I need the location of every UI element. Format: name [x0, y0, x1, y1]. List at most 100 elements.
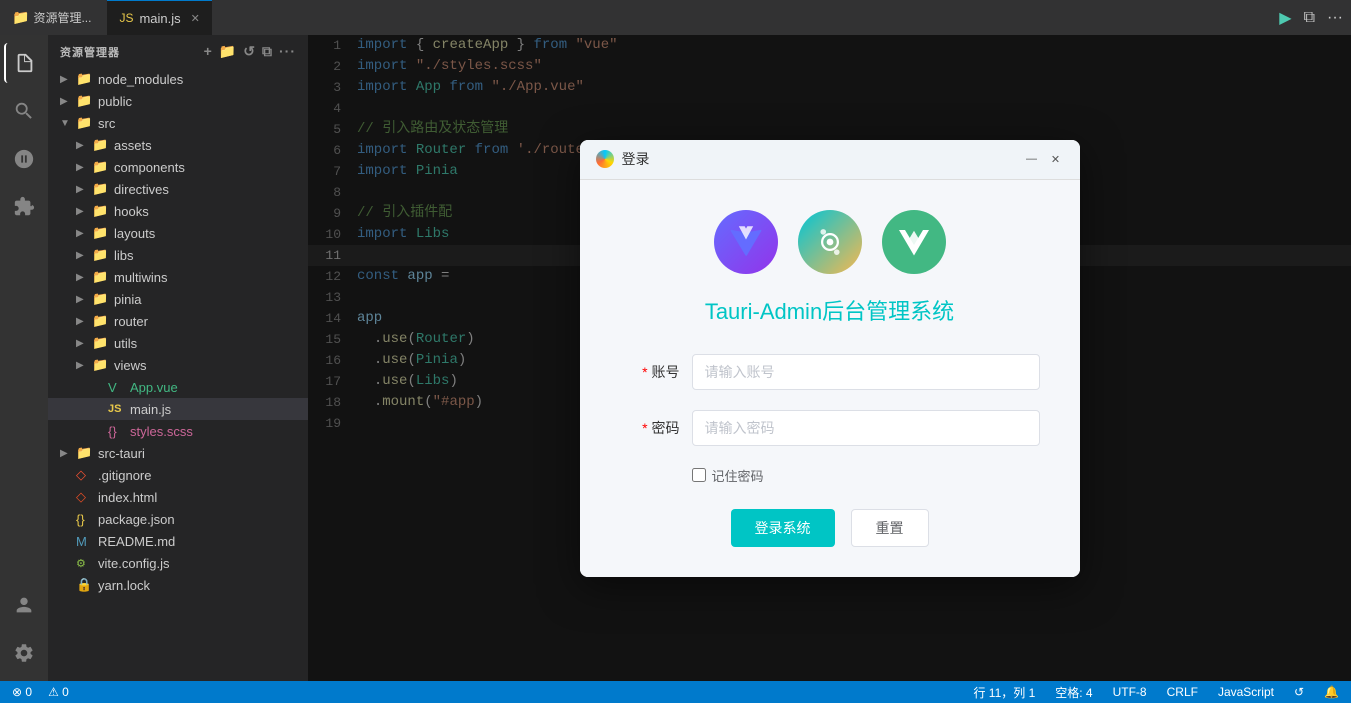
titlebar: 📁 资源管理... JS main.js ✕ ▶ ⧉ ··· [0, 0, 1351, 35]
tree-item-router[interactable]: ▶ 📁 router [48, 310, 308, 332]
modal-logos [620, 210, 1040, 274]
js-file-icon: JS [119, 11, 133, 25]
folder-icon: 📁 [76, 115, 94, 131]
tree-item-src-tauri[interactable]: ▶ 📁 src-tauri [48, 442, 308, 464]
tab-bar: JS main.js ✕ [107, 0, 211, 35]
tree-item-utils[interactable]: ▶ 📁 utils [48, 332, 308, 354]
folder-icon: 📁 [92, 247, 110, 263]
remember-password-row: 记住密码 [692, 466, 1040, 485]
run-icon[interactable]: ▶ [1279, 8, 1291, 28]
tree-item-src[interactable]: ▼ 📁 src [48, 112, 308, 134]
collapse-arrow: ▶ [76, 316, 92, 327]
modal-window-controls: — ✕ [1024, 151, 1064, 167]
tree-item-node-modules[interactable]: ▶ 📁 node_modules [48, 68, 308, 90]
login-button[interactable]: 登录系统 [731, 509, 835, 547]
account-input[interactable] [692, 354, 1040, 390]
status-bar: ⊗ 0 ⚠ 0 行 11，列 1 空格: 4 UTF-8 CRLF JavaSc… [0, 681, 1351, 703]
tree-item-public[interactable]: ▶ 📁 public [48, 90, 308, 112]
tree-item-yarn-lock[interactable]: ▶ 🔒 yarn.lock [48, 574, 308, 596]
account-activity-icon[interactable] [4, 585, 44, 625]
status-row-col[interactable]: 行 11，列 1 [969, 684, 1039, 701]
new-folder-icon[interactable]: 📁 [219, 43, 237, 60]
login-modal: 登录 — ✕ [580, 140, 1080, 577]
password-form-group: 密码 [620, 410, 1040, 446]
split-editor-icon[interactable]: ⧉ [1304, 9, 1315, 27]
tree-item-pinia[interactable]: ▶ 📁 pinia [48, 288, 308, 310]
tree-item-package-json[interactable]: ▶ {} package.json [48, 508, 308, 530]
modal-titlebar: 登录 — ✕ [580, 140, 1080, 180]
tree-item-gitignore[interactable]: ▶ ◇ .gitignore [48, 464, 308, 486]
collapse-arrow: ▶ [76, 162, 92, 173]
status-encoding[interactable]: UTF-8 [1109, 685, 1151, 699]
password-input[interactable] [692, 410, 1040, 446]
tree-item-vite-config[interactable]: ▶ ⚙ vite.config.js [48, 552, 308, 574]
vite-logo [714, 210, 778, 274]
extensions-activity-icon[interactable] [4, 187, 44, 227]
account-label: 账号 [620, 362, 680, 382]
form-buttons: 登录系统 重置 [620, 509, 1040, 547]
reset-button[interactable]: 重置 [851, 509, 929, 547]
tree-item-readme[interactable]: ▶ M README.md [48, 530, 308, 552]
tree-item-index-html[interactable]: ▶ ◇ index.html [48, 486, 308, 508]
tree-item-styles-scss[interactable]: ▶ {} styles.scss [48, 420, 308, 442]
lock-file-icon: 🔒 [76, 577, 94, 593]
tree-item-views[interactable]: ▶ 📁 views [48, 354, 308, 376]
tree-item-directives[interactable]: ▶ 📁 directives [48, 178, 308, 200]
modal-minimize-button[interactable]: — [1024, 151, 1040, 167]
tab-main-js[interactable]: JS main.js ✕ [107, 0, 211, 35]
scss-file-icon: {} [108, 424, 126, 439]
source-control-activity-icon[interactable] [4, 139, 44, 179]
tree-item-components[interactable]: ▶ 📁 components [48, 156, 308, 178]
modal-logo-icon [596, 150, 614, 168]
config-file-icon: ⚙ [76, 557, 94, 570]
folder-icon: 📁 [92, 203, 110, 219]
status-line-ending[interactable]: CRLF [1163, 685, 1202, 699]
tree-item-layouts[interactable]: ▶ 📁 layouts [48, 222, 308, 244]
status-sync[interactable]: ↺ [1290, 685, 1308, 699]
explorer-activity-icon[interactable] [4, 43, 44, 83]
folder-icon: 📁 [76, 445, 94, 461]
html-file-icon: ◇ [76, 489, 94, 505]
tree-item-assets[interactable]: ▶ 📁 assets [48, 134, 308, 156]
modal-close-button[interactable]: ✕ [1048, 151, 1064, 167]
tree-item-libs[interactable]: ▶ 📁 libs [48, 244, 308, 266]
folder-icon: 📁 [92, 291, 110, 307]
folder-icon: 📁 [76, 93, 94, 109]
more-actions-icon[interactable]: ··· [1327, 9, 1343, 27]
folder-icon: 📁 [76, 71, 94, 87]
status-language[interactable]: JavaScript [1214, 685, 1278, 699]
editor-area[interactable]: 1 import { createApp } from "vue" 2 impo… [308, 35, 1351, 681]
collapse-arrow: ▶ [60, 74, 76, 85]
tree-item-app-vue[interactable]: ▶ V App.vue [48, 376, 308, 398]
sync-icon: ↺ [1294, 685, 1304, 699]
modal-body: Tauri-Admin后台管理系统 账号 密码 记住密码 [580, 180, 1080, 577]
tab-close-button[interactable]: ✕ [191, 12, 200, 25]
settings-activity-icon[interactable] [4, 633, 44, 673]
collapse-arrow: ▶ [76, 338, 92, 349]
new-file-icon[interactable]: + [204, 43, 213, 60]
remember-checkbox[interactable] [692, 468, 706, 482]
collapse-all-icon[interactable]: ⧉ [262, 43, 273, 60]
tree-item-multiwins[interactable]: ▶ 📁 multiwins [48, 266, 308, 288]
folder-icon: 📁 [92, 269, 110, 285]
tree-item-main-js[interactable]: ▶ JS main.js [48, 398, 308, 420]
more-icon[interactable]: ··· [279, 43, 296, 60]
bell-icon: 🔔 [1324, 685, 1339, 699]
json-file-icon: {} [76, 512, 94, 527]
collapse-arrow: ▶ [60, 96, 76, 107]
sidebar-title-actions: + 📁 ↺ ⧉ ··· [204, 43, 296, 60]
status-errors[interactable]: ⊗ 0 [8, 685, 36, 699]
search-activity-icon[interactable] [4, 91, 44, 131]
tree-item-hooks[interactable]: ▶ 📁 hooks [48, 200, 308, 222]
account-form-group: 账号 [620, 354, 1040, 390]
md-file-icon: M [76, 534, 94, 549]
status-bell[interactable]: 🔔 [1320, 685, 1343, 699]
sidebar: 资源管理器 + 📁 ↺ ⧉ ··· ▶ 📁 node_modules ▶ 📁 p… [48, 35, 308, 681]
modal-app-title: Tauri-Admin后台管理系统 [620, 294, 1040, 326]
status-warnings[interactable]: ⚠ 0 [44, 685, 73, 699]
refresh-icon[interactable]: ↺ [243, 43, 256, 60]
remember-label: 记住密码 [712, 466, 764, 485]
git-file-icon: ◇ [76, 467, 94, 483]
status-spaces[interactable]: 空格: 4 [1051, 684, 1096, 701]
folder-icon: 📁 [92, 335, 110, 351]
